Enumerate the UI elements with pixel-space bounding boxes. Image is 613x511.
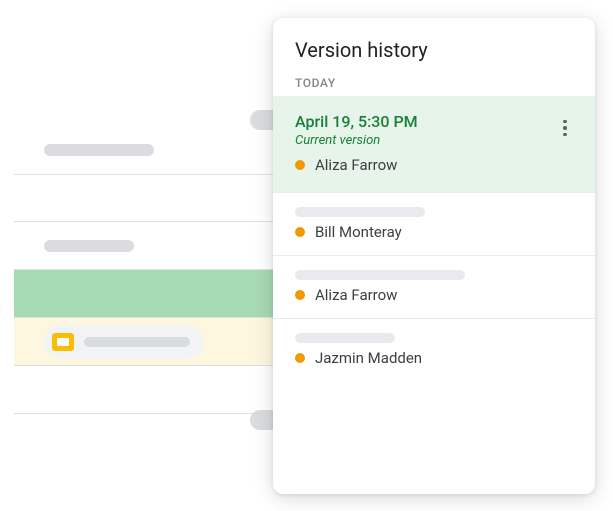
- author-row: Aliza Farrow: [295, 286, 573, 304]
- version-item-current[interactable]: April 19, 5:30 PM Current version Aliza …: [273, 96, 595, 193]
- author-name: Bill Monteray: [315, 223, 402, 241]
- author-name: Jazmin Madden: [315, 349, 422, 367]
- more-options-button[interactable]: [553, 116, 577, 140]
- timestamp-placeholder: [295, 270, 465, 280]
- author-color-dot: [295, 290, 305, 300]
- cell-placeholder: [44, 240, 134, 252]
- author-color-dot: [295, 227, 305, 237]
- version-item[interactable]: Jazmin Madden: [273, 319, 595, 381]
- slides-icon: [52, 333, 74, 351]
- author-color-dot: [295, 353, 305, 363]
- version-item[interactable]: Aliza Farrow: [273, 256, 595, 319]
- timestamp-placeholder: [295, 333, 395, 343]
- author-name: Aliza Farrow: [315, 286, 397, 304]
- version-history-panel: Version history TODAY April 19, 5:30 PM …: [273, 18, 595, 494]
- section-label-today: TODAY: [295, 76, 573, 90]
- chip-text-placeholder: [84, 337, 190, 347]
- panel-title: Version history: [295, 38, 573, 62]
- author-name: Aliza Farrow: [315, 156, 397, 174]
- author-row: Bill Monteray: [295, 223, 573, 241]
- timestamp-placeholder: [295, 207, 425, 217]
- slides-cell-chip[interactable]: [44, 325, 204, 359]
- cell-placeholder: [44, 144, 154, 156]
- version-timestamp: April 19, 5:30 PM: [295, 112, 573, 131]
- author-row: Aliza Farrow: [295, 156, 573, 174]
- author-color-dot: [295, 160, 305, 170]
- version-sublabel: Current version: [295, 133, 573, 148]
- author-row: Jazmin Madden: [295, 349, 573, 367]
- panel-header: Version history TODAY: [273, 18, 595, 96]
- version-list: April 19, 5:30 PM Current version Aliza …: [273, 96, 595, 494]
- version-item[interactable]: Bill Monteray: [273, 193, 595, 256]
